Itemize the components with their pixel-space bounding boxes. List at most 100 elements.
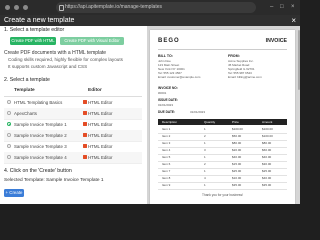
item-description: Item 4	[162, 148, 171, 152]
bill-to-title: BILL TO:	[158, 54, 174, 58]
create-button-label: Create	[9, 190, 23, 195]
item-quantity: 1	[204, 169, 206, 173]
item-description: Item 5	[162, 155, 171, 159]
html5-icon	[83, 144, 87, 148]
item-amount: $100.00	[262, 134, 273, 138]
items-table-header: Description Quantity Price Amount	[158, 119, 287, 125]
item-amount: $30.00	[262, 162, 272, 166]
template-radio[interactable]	[7, 155, 11, 159]
invoice-meta-key: INVOICE NO:	[158, 86, 178, 90]
invoice-title: INVOICE	[265, 38, 287, 44]
selected-template-text: Selected Template: Sample Invoice Templa…	[4, 178, 104, 183]
create-pdf-visual-button[interactable]: Create PDF with Visual Editor	[60, 37, 124, 45]
item-price: $20.00	[232, 148, 242, 152]
template-preview[interactable]: BEGO INVOICE BILL TO: John Doe 123 Main …	[147, 26, 300, 204]
step2-title: 2. Select a template	[4, 77, 50, 83]
bill-to-line: Email: customer@example.com	[158, 75, 201, 79]
maximize-icon[interactable]: □	[280, 2, 284, 12]
column-editor: Editor	[88, 88, 102, 93]
browser-back-icon[interactable]	[5, 5, 10, 10]
item-price: $35.00	[232, 183, 242, 187]
editor-description-line: It supports custom Javascript and CSS	[8, 64, 88, 69]
item-quantity: 1	[204, 155, 206, 159]
template-radio[interactable]	[7, 133, 11, 137]
html5-icon	[83, 122, 87, 126]
editor-description-line: Create PDF documents with a HTML templat…	[4, 50, 107, 56]
item-quantity: 3	[204, 148, 206, 152]
item-price: $100.00	[232, 127, 243, 131]
item-price: $40.00	[232, 155, 242, 159]
create-pdf-html-button[interactable]: Create PDF with HTML	[10, 37, 56, 45]
from-line: Email: billing@acme.com	[228, 75, 262, 79]
item-description: Item 8	[162, 176, 171, 180]
item-amount: $25.00	[262, 169, 272, 173]
lock-icon	[59, 5, 64, 11]
step1-title: 1. Select a template editor	[4, 27, 65, 33]
template-editor: HTML Editor	[88, 122, 113, 127]
item-quantity: 1	[204, 183, 206, 187]
template-radio[interactable]	[7, 144, 11, 148]
item-description: Item 7	[162, 169, 171, 173]
template-name: Sample Invoice Template 2	[14, 133, 67, 138]
html5-icon	[83, 100, 87, 104]
browser-chrome: https://api.apitemplate.io/manage-templa…	[0, 0, 300, 15]
window-close-icon[interactable]: ×	[291, 2, 295, 12]
invoice-logo: BEGO	[158, 38, 180, 44]
item-amount: $80.00	[262, 141, 272, 145]
item-description: Item 2	[162, 134, 171, 138]
item-price: $10.00	[232, 176, 242, 180]
invoice-meta-value: #0001	[158, 91, 167, 95]
col-description: Description	[162, 120, 178, 124]
item-quantity: 1	[204, 141, 206, 145]
html5-icon	[83, 155, 87, 159]
invoice-meta-key: DUE DATE:	[158, 110, 176, 114]
item-quantity: 4	[204, 176, 206, 180]
minimize-icon[interactable]: –	[270, 2, 273, 12]
col-price: Price	[232, 120, 239, 124]
browser-forward-icon[interactable]	[14, 5, 19, 10]
editor-description-line: Coding skills required, highly flexible …	[8, 57, 123, 62]
item-price: $15.00	[232, 162, 242, 166]
address-text: https://api.apitemplate.io/manage-templa…	[65, 4, 162, 10]
create-button[interactable]: + Create	[4, 189, 24, 197]
template-radio[interactable]	[7, 111, 11, 115]
item-description: Item 6	[162, 162, 171, 166]
template-name: ApexCharts	[14, 111, 37, 116]
item-price: $80.00	[232, 141, 242, 145]
item-description: Item 3	[162, 141, 171, 145]
invoice-meta-key: ISSUE DATE:	[158, 98, 178, 102]
item-amount: $40.00	[262, 155, 272, 159]
wizard-panel: 1. Select a template editor Create PDF w…	[0, 26, 145, 204]
html5-icon	[83, 133, 87, 137]
col-amount: Amount	[262, 120, 273, 124]
template-row[interactable]: Sample Invoice Template 4 HTML Editor	[4, 152, 142, 164]
item-price: $25.00	[232, 169, 242, 173]
template-editor: HTML Editor	[88, 100, 113, 105]
dialog-header: Create a new template ×	[0, 15, 300, 26]
html5-icon	[83, 111, 87, 115]
item-description: Item 9	[162, 183, 171, 187]
item-description: Item 1	[162, 127, 171, 131]
item-amount: $40.00	[262, 176, 272, 180]
template-name: Sample Invoice Template 3	[14, 144, 67, 149]
template-name: Sample Invoice Template 1	[14, 122, 67, 127]
item-quantity: 1	[204, 127, 206, 131]
template-editor: HTML Editor	[88, 111, 113, 116]
template-radio[interactable]	[7, 100, 11, 104]
divider	[158, 49, 287, 50]
dialog-title: Create a new template	[4, 17, 75, 24]
dialog-close-icon[interactable]: ×	[291, 16, 296, 25]
create-template-dialog: Create a new template × 1. Select a temp…	[0, 15, 300, 204]
item-row: Item 9 1 $35.00 $35.00	[158, 182, 287, 190]
invoice-meta-value: 31/01/2023	[190, 110, 206, 114]
browser-reload-icon[interactable]	[23, 5, 28, 10]
template-editor: HTML Editor	[88, 155, 113, 160]
item-quantity: 2	[204, 134, 206, 138]
item-quantity: 2	[204, 162, 206, 166]
invoice-meta-value: 01/01/2023	[158, 103, 174, 107]
template-radio-checked[interactable]	[7, 122, 11, 126]
col-quantity: Quantity	[204, 120, 216, 124]
preview-scrollbar[interactable]	[298, 30, 300, 90]
address-bar[interactable]: https://api.apitemplate.io/manage-templa…	[56, 2, 256, 13]
column-template: Template	[14, 88, 35, 93]
